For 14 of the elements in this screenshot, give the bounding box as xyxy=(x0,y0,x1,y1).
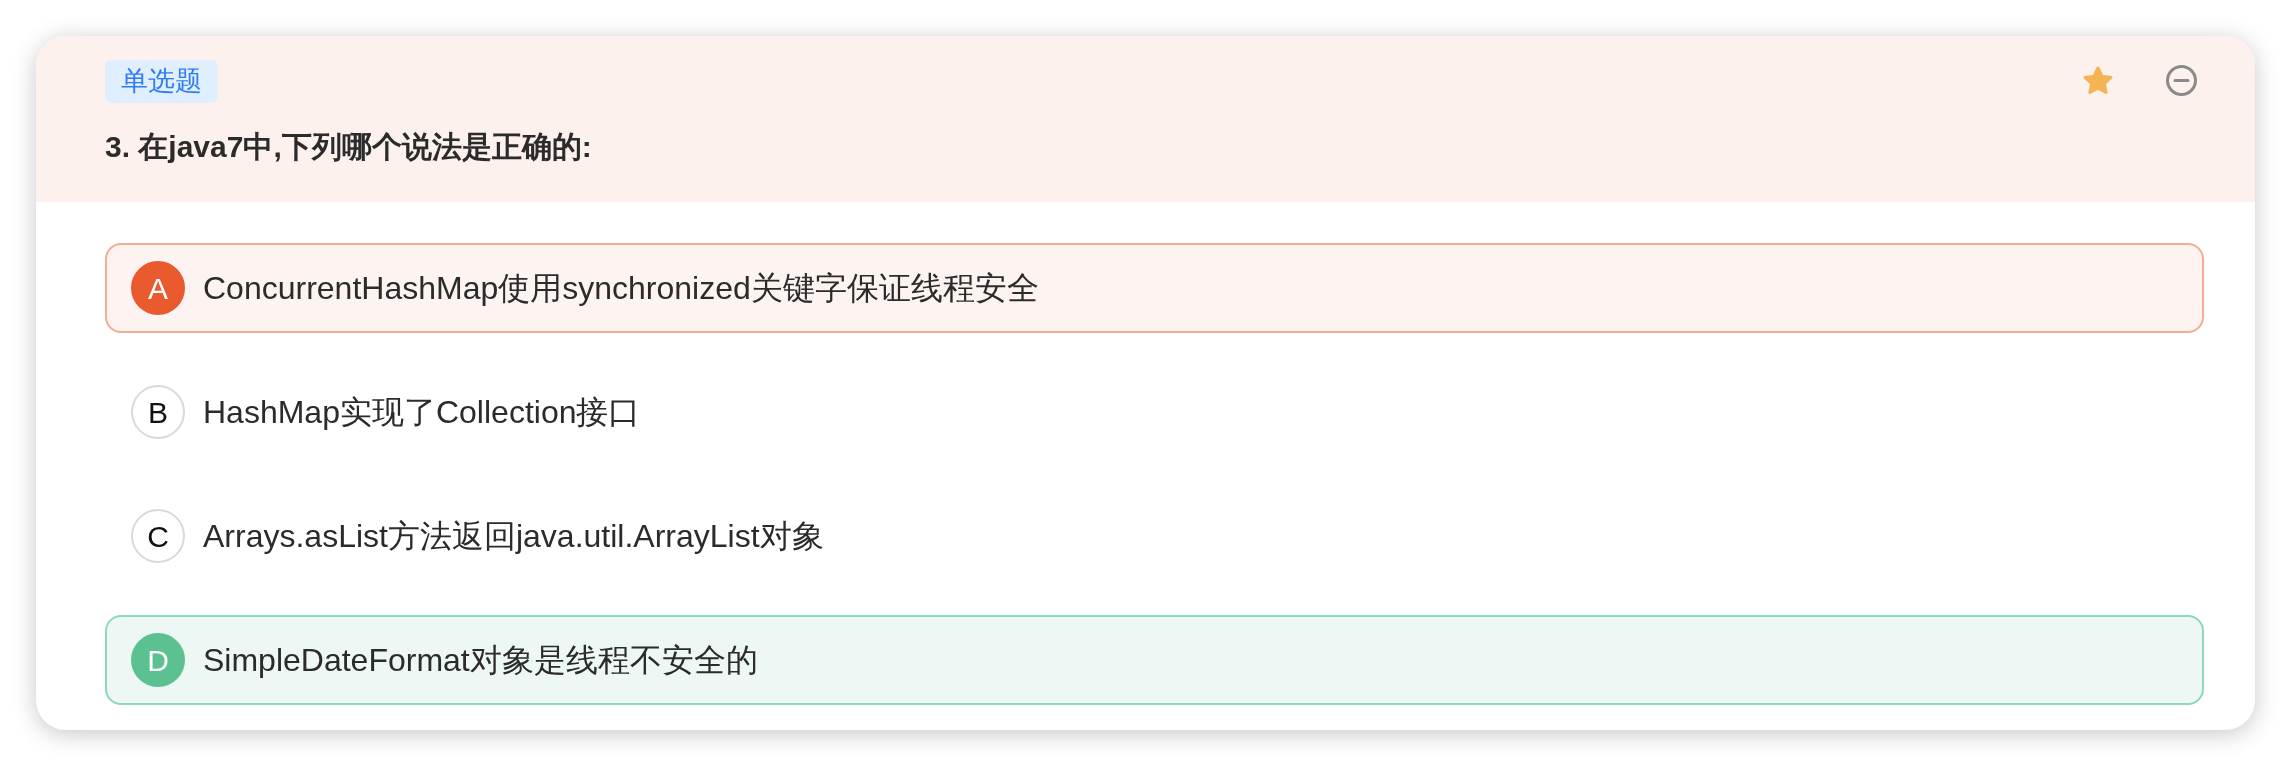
option-letter: D xyxy=(131,633,185,687)
option-letter: A xyxy=(131,261,185,315)
option-text: HashMap实现了Collection接口 xyxy=(203,393,641,432)
option-letter: C xyxy=(131,509,185,563)
option-letter: B xyxy=(131,385,185,439)
option-text: ConcurrentHashMap使用synchronized关键字保证线程安全 xyxy=(203,269,1039,308)
answer-option[interactable]: A ConcurrentHashMap使用synchronized关键字保证线程安全 xyxy=(105,243,2204,333)
option-text: SimpleDateFormat对象是线程不安全的 xyxy=(203,641,758,680)
option-text: Arrays.asList方法返回java.util.ArrayList对象 xyxy=(203,517,824,556)
question-title: 3. 在java7中,下列哪个说法是正确的: xyxy=(105,129,592,165)
answer-option[interactable]: D SimpleDateFormat对象是线程不安全的 xyxy=(105,615,2204,705)
minus-circle-icon[interactable] xyxy=(2166,64,2197,96)
star-icon[interactable] xyxy=(2082,65,2114,95)
question-type-tag: 单选题 xyxy=(105,60,218,103)
